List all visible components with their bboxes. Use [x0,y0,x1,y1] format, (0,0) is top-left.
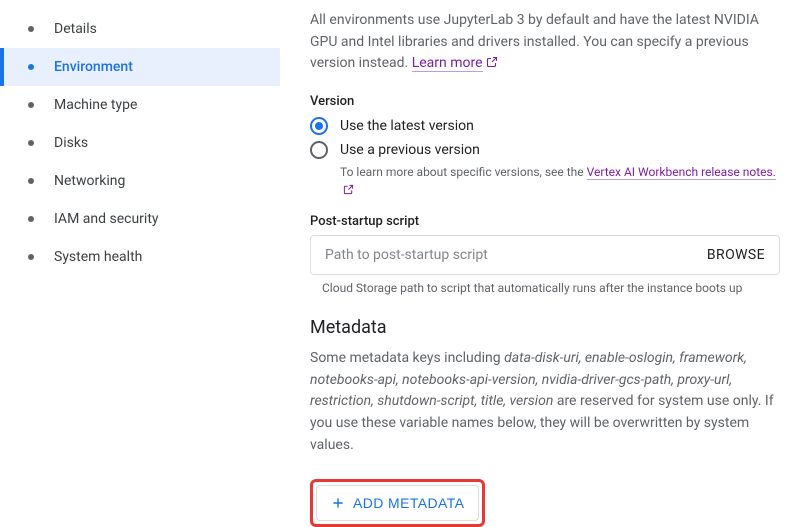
sidebar-item-environment[interactable]: Environment [0,48,280,86]
release-notes-link[interactable]: Vertex AI Workbench release notes. [587,165,776,180]
bullet-icon [28,178,34,184]
sidebar-item-disks[interactable]: Disks [0,124,280,162]
radio-icon [310,117,328,135]
sidebar-item-label: Machine type [54,97,137,113]
version-label: Version [310,94,780,109]
browse-button[interactable]: BROWSE [707,247,765,263]
bullet-icon [28,254,34,260]
add-metadata-highlight: ADD METADATA [310,479,485,527]
metadata-description: Some metadata keys including data-disk-u… [310,348,780,456]
sidebar-item-label: Environment [54,59,133,75]
release-notes-label: Vertex AI Workbench release notes. [587,165,776,179]
main-panel: All environments use JupyterLab 3 by def… [280,0,800,527]
bullet-icon [28,26,34,32]
external-link-icon [343,182,354,200]
sidebar-item-networking[interactable]: Networking [0,162,280,200]
sidebar-item-label: Disks [54,135,88,151]
sidebar-item-label: Networking [54,173,125,189]
learn-more-label: Learn more [412,55,483,71]
version-hint: To learn more about specific versions, s… [340,163,780,200]
post-startup-script-field[interactable]: Path to post-startup script BROWSE [310,235,780,275]
sidebar-item-label: System health [54,249,142,265]
script-placeholder: Path to post-startup script [325,247,707,263]
learn-more-link[interactable]: Learn more [412,55,483,72]
bullet-icon [28,102,34,108]
sidebar-item-label: Details [54,21,97,37]
plus-icon [331,496,345,510]
sidebar-item-details[interactable]: Details [0,10,280,48]
intro-body: All environments use JupyterLab 3 by def… [310,12,759,71]
metadata-text-1: Some metadata keys including [310,350,504,366]
radio-label: Use the latest version [340,118,474,134]
add-metadata-label: ADD METADATA [353,495,464,511]
external-link-icon [486,54,498,76]
sidebar-item-system-health[interactable]: System health [0,238,280,276]
version-hint-prefix: To learn more about specific versions, s… [340,165,587,179]
sidebar-item-iam-security[interactable]: IAM and security [0,200,280,238]
add-metadata-button[interactable]: ADD METADATA [316,485,479,521]
radio-previous-version[interactable]: Use a previous version [310,141,780,159]
radio-latest-version[interactable]: Use the latest version [310,117,780,135]
sidebar-item-label: IAM and security [54,211,159,227]
radio-label: Use a previous version [340,142,480,158]
script-hint: Cloud Storage path to script that automa… [322,281,780,295]
bullet-icon [28,216,34,222]
metadata-heading: Metadata [310,317,780,338]
sidebar: Details Environment Machine type Disks N… [0,0,280,527]
intro-text: All environments use JupyterLab 3 by def… [310,10,780,76]
sidebar-item-machine-type[interactable]: Machine type [0,86,280,124]
post-startup-label: Post-startup script [310,214,780,229]
radio-icon [310,141,328,159]
bullet-icon [28,140,34,146]
bullet-icon [28,64,34,70]
